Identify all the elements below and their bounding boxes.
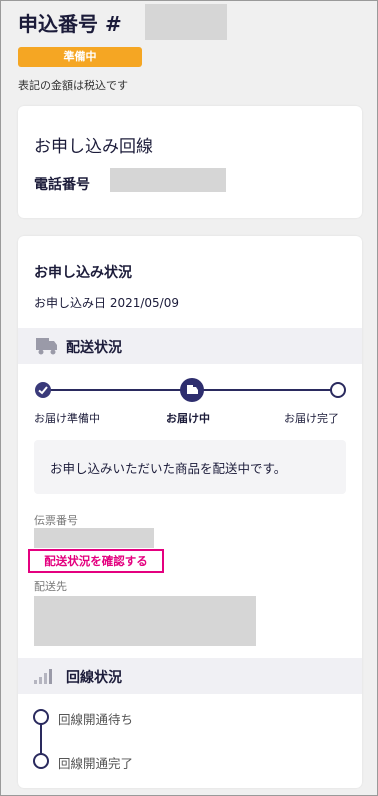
line-card-title: お申し込み回線 [34, 137, 153, 157]
phone-number-mask [110, 168, 226, 192]
line-card: お申し込み回線 電話番号 [18, 106, 362, 218]
tax-note: 表記の金額は税込です [18, 79, 128, 92]
delivery-section-label: 配送状況 [66, 340, 122, 356]
step-pending-marker [330, 382, 346, 398]
line-step-label-waiting: 回線開通待ち [58, 712, 134, 727]
step-label-preparing: お届け準備中 [34, 412, 100, 425]
tracking-number-label: 伝票番号 [34, 514, 78, 527]
line-section-header: 回線状況 [18, 658, 362, 694]
check-delivery-link[interactable]: 配送状況を確認する [28, 549, 164, 573]
step-done-marker [35, 382, 51, 398]
destination-mask [34, 596, 256, 646]
truck-icon [36, 338, 57, 355]
step-label-delivering: お届け中 [166, 412, 210, 425]
status-card: お申し込み状況 お申し込み日 2021/05/09 配送状況 お届け準備中 お届… [18, 236, 362, 788]
truck-icon [187, 385, 198, 394]
application-date: お申し込み日 2021/05/09 [34, 296, 179, 310]
line-step-label-complete: 回線開通完了 [58, 756, 134, 771]
status-card-title: お申し込み状況 [34, 265, 132, 281]
check-icon [38, 386, 48, 395]
delivery-message: お申し込みいただいた商品を配送中です。 [50, 461, 287, 476]
order-title: 申込番号 # [18, 12, 122, 36]
signal-icon [34, 669, 52, 684]
status-badge: 準備中 [18, 47, 142, 67]
line-step-marker [33, 753, 49, 769]
step-current-marker [180, 378, 204, 402]
tracking-number-mask [34, 528, 154, 548]
delivery-message-box: お申し込みいただいた商品を配送中です。 [34, 440, 346, 494]
delivery-section-header: 配送状況 [18, 328, 362, 364]
line-section-label: 回線状況 [66, 670, 122, 686]
line-step-marker [33, 709, 49, 725]
phone-label: 電話番号 [34, 177, 90, 193]
step-label-delivered: お届け完了 [284, 412, 339, 425]
order-number-mask [145, 4, 227, 40]
destination-label: 配送先 [34, 580, 67, 593]
